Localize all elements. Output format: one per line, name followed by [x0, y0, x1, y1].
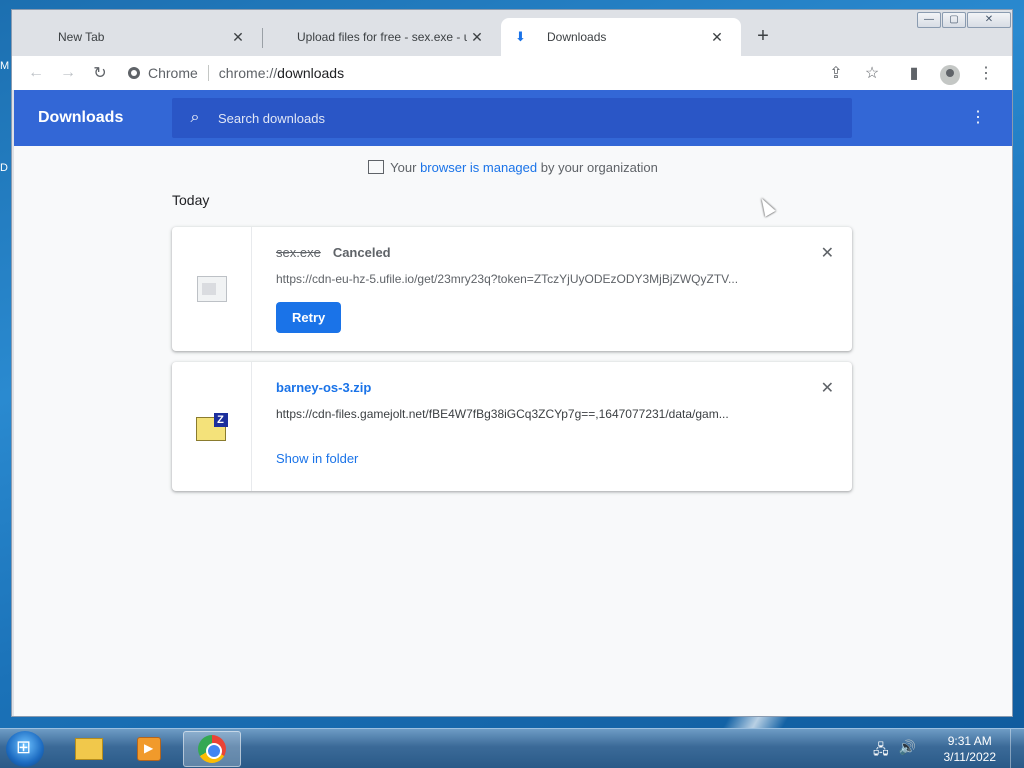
tab-title: Upload files for free - sex.exe - uf	[297, 30, 467, 44]
tab-strip: New Tab ✕ Upload files for free - sex.ex…	[12, 10, 1012, 56]
chrome-menu-icon[interactable]: ⋮	[970, 59, 1002, 87]
tab-new-tab[interactable]: New Tab ✕	[12, 18, 262, 56]
side-panel-icon[interactable]: ▮	[898, 59, 930, 87]
managed-suffix: by your organization	[537, 160, 658, 175]
remove-item-icon[interactable]: ✕	[821, 243, 834, 263]
download-status: Canceled	[332, 245, 391, 260]
volume-icon[interactable]: 🔊	[899, 739, 916, 763]
profile-button[interactable]	[934, 59, 966, 87]
tab-close-icon[interactable]: ✕	[467, 29, 487, 46]
forward-button[interactable]: →	[52, 59, 84, 87]
source-url[interactable]: https://cdn-eu-hz-5.ufile.io/get/23mry23…	[276, 272, 772, 286]
tab-close-icon[interactable]: ✕	[707, 29, 727, 46]
download-icon: ⬇	[515, 29, 526, 44]
more-actions-icon[interactable]: ⋮	[970, 108, 986, 128]
search-icon: ⌕	[190, 109, 200, 126]
url-path: downloads	[277, 65, 345, 81]
file-icon-column: Z	[172, 362, 252, 491]
tab-close-icon[interactable]: ✕	[228, 29, 248, 46]
managed-prefix: Your	[390, 160, 421, 175]
generic-file-icon	[196, 276, 227, 302]
file-name: sex.exe	[276, 245, 321, 260]
new-tab-button[interactable]: +	[752, 26, 774, 48]
downloads-page: Downloads ⌕ ⋮ Your browser is managed by…	[14, 90, 1012, 716]
bookmark-star-icon[interactable]: ☆	[856, 59, 888, 87]
taskbar-media-player[interactable]	[120, 731, 178, 767]
taskbar-explorer[interactable]	[60, 731, 118, 767]
search-box[interactable]: ⌕	[172, 98, 852, 138]
system-tray: 🖧 🔊	[873, 739, 916, 763]
taskbar: 🖧 🔊 9:31 AM 3/11/2022	[0, 728, 1024, 768]
clock-time: 9:31 AM	[947, 734, 992, 748]
avatar	[940, 65, 960, 85]
zip-file-icon: Z	[195, 412, 228, 441]
retry-button[interactable]: Retry	[276, 302, 342, 333]
chrome-icon	[128, 67, 140, 79]
tab-downloads[interactable]: ⬇ Downloads ✕	[501, 18, 741, 56]
section-date-label: Today	[172, 192, 210, 208]
toolbar-right: ⇪ ☆ ▮ ⋮	[820, 59, 1002, 87]
show-desktop-button[interactable]	[1010, 729, 1024, 768]
site-info-chip[interactable]: Chrome	[128, 65, 209, 81]
taskbar-chrome[interactable]	[183, 731, 241, 767]
show-in-folder-link[interactable]: Show in folder	[276, 451, 358, 466]
building-icon	[368, 160, 385, 174]
browser-toolbar: ← → ↻ Chrome chrome://downloads ⇪ ☆ ▮ ⋮	[12, 56, 1012, 90]
managed-link[interactable]: browser is managed	[420, 160, 537, 175]
url-scheme: chrome://	[218, 65, 278, 81]
reload-button[interactable]: ↻	[84, 59, 116, 87]
url-text[interactable]: chrome://downloads	[219, 65, 344, 81]
close-window-button[interactable]: ✕	[967, 12, 1011, 28]
clock-date: 3/11/2022	[943, 750, 997, 764]
download-details: sex.exe Canceled https://cdn-eu-hz-5.ufi…	[276, 245, 776, 333]
address-bar[interactable]: Chrome chrome://downloads	[128, 59, 848, 87]
folder-icon	[75, 738, 103, 760]
network-icon[interactable]: 🖧	[873, 739, 889, 763]
clock[interactable]: 9:31 AM 3/11/2022	[944, 733, 997, 765]
minimize-button[interactable]: —	[917, 12, 941, 28]
download-item: Z barney-os-3.zip https://cdn-files.game…	[172, 362, 852, 491]
search-input[interactable]	[218, 110, 818, 126]
window-controls: — ▢ ✕	[916, 12, 1011, 28]
file-name-link[interactable]: barney-os-3.zip	[276, 380, 371, 395]
tab-upload-files[interactable]: Upload files for free - sex.exe - uf ✕	[251, 18, 501, 56]
back-button[interactable]: ←	[20, 59, 52, 87]
media-player-icon	[137, 737, 161, 761]
managed-notice: Your browser is managed by your organiza…	[14, 160, 1012, 175]
tab-title: New Tab	[58, 30, 105, 44]
chrome-window: New Tab ✕ Upload files for free - sex.ex…	[11, 9, 1013, 717]
chrome-icon	[198, 735, 226, 763]
file-icon-column	[172, 227, 252, 351]
site-chip-label: Chrome	[148, 65, 198, 81]
download-item: sex.exe Canceled https://cdn-eu-hz-5.ufi…	[172, 227, 852, 351]
tab-title: Downloads	[547, 30, 607, 44]
start-button[interactable]	[6, 731, 44, 767]
page-title: Downloads	[38, 109, 124, 126]
maximize-button[interactable]: ▢	[942, 12, 966, 28]
source-url[interactable]: https://cdn-files.gamejolt.net/fBE4W7fBg…	[276, 407, 772, 421]
share-icon[interactable]: ⇪	[820, 59, 852, 87]
remove-item-icon[interactable]: ✕	[821, 378, 834, 398]
downloads-header: Downloads ⌕ ⋮	[14, 90, 1012, 146]
download-details: barney-os-3.zip https://cdn-files.gamejo…	[276, 380, 776, 466]
